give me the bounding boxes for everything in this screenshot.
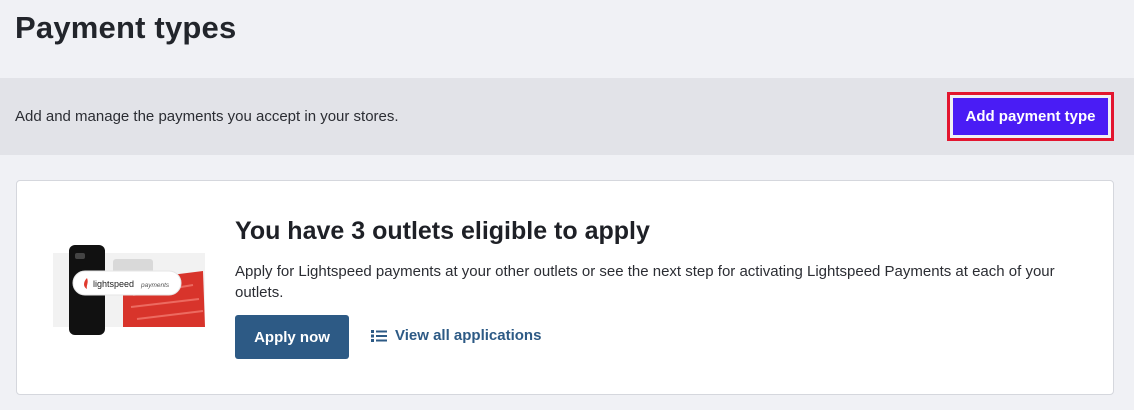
apply-now-button[interactable]: Apply now: [235, 315, 349, 359]
illustration-caption-text: payments: [140, 282, 170, 289]
lightspeed-payments-illustration: lightspeed payments: [53, 245, 205, 335]
illustration-brand-text: lightspeed: [93, 279, 134, 289]
view-all-applications-link[interactable]: View all applications: [371, 327, 541, 344]
subheader-bar: Add and manage the payments you accept i…: [0, 78, 1134, 155]
subheader-description: Add and manage the payments you accept i…: [15, 108, 399, 125]
page-title: Payment types: [15, 10, 237, 45]
card-description: Apply for Lightspeed payments at your ot…: [235, 263, 1055, 301]
list-icon: [371, 329, 387, 343]
view-all-applications-label: View all applications: [395, 327, 542, 344]
add-payment-type-button[interactable]: Add payment type: [953, 98, 1108, 135]
eligibility-card: lightspeed payments You have 3 outlets e…: [16, 180, 1114, 395]
add-payment-type-highlight: Add payment type: [947, 92, 1114, 141]
card-title: You have 3 outlets eligible to apply: [235, 217, 650, 245]
